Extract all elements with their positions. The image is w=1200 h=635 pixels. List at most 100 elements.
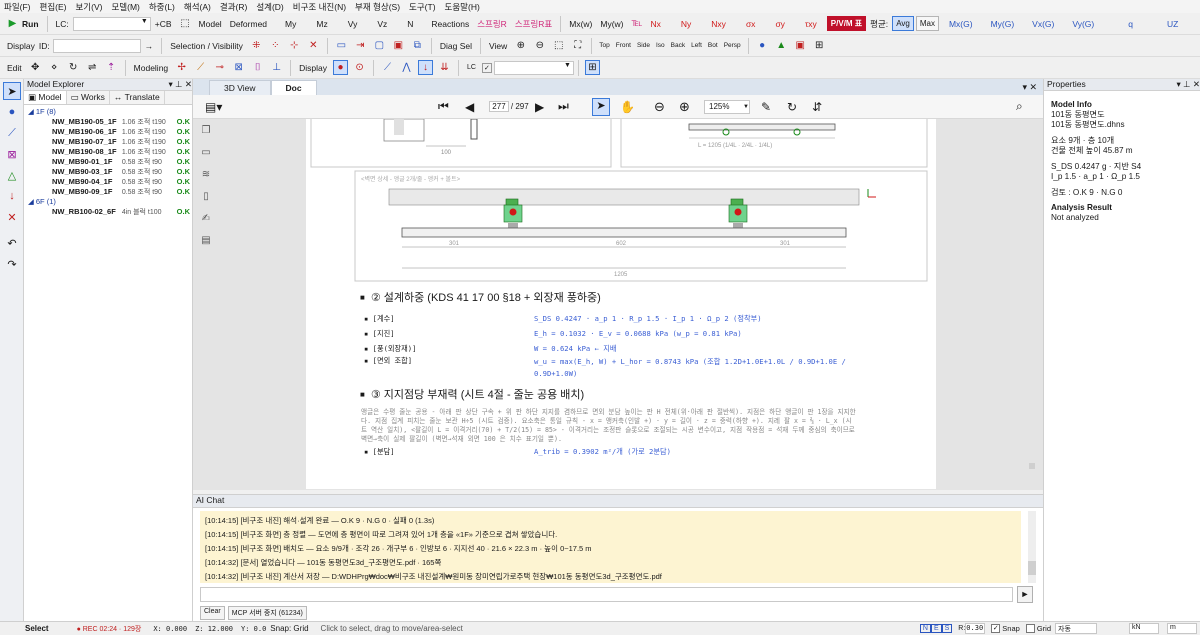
add-beam-icon[interactable]: ⊸ [212,60,227,75]
result-spring-table[interactable]: 스프링R표 [515,18,552,30]
panel-controls[interactable]: ▾ ⊥ ✕ [1176,79,1200,90]
annotate-icon[interactable]: ✎ [761,100,771,114]
menu-analysis[interactable]: 해석(A) [184,1,211,13]
zoom-in-icon[interactable]: ⊕ [513,38,528,53]
last-page-icon[interactable]: ⏭ [558,99,569,114]
grid-icon[interactable]: ⊞ [584,60,600,75]
add-cb-button[interactable]: +CB [155,19,172,29]
stress-icon[interactable]: ℡ [630,16,645,31]
add-node-icon[interactable]: ✢ [174,60,189,75]
result-myw[interactable]: My(w) [600,19,623,29]
properties-icon[interactable]: ▤ [197,235,215,257]
tree-group-6f[interactable]: ◢ 6F (1) [26,197,190,207]
lc-select[interactable]: ▼ [72,16,151,31]
node-tool-icon[interactable]: ● [3,103,21,121]
tab-works[interactable]: ▭ Works [67,91,110,104]
add-support-icon[interactable]: ⊥ [269,60,284,75]
menu-load[interactable]: 하중(L) [149,1,175,13]
stress-ny[interactable]: Ny [681,19,691,29]
signature-icon[interactable]: ✍ [197,213,215,235]
thumbnails-icon[interactable]: ▭ [197,147,215,169]
select-nodes-icon[interactable]: ⁜ [249,38,264,53]
id-input[interactable] [52,38,141,53]
result-deformed[interactable]: Deformed [230,19,267,29]
tab-close-icon[interactable]: ▾ ✕ [1022,82,1037,93]
mirror-icon[interactable]: ⇌ [85,60,100,75]
result-n[interactable]: N [407,19,413,29]
stress-sy[interactable]: σy [775,19,785,29]
chat-input[interactable] [200,587,1013,602]
view-left[interactable]: Left [691,42,702,49]
snap-checkbox[interactable]: ✓ [991,624,1001,633]
result-mxg[interactable]: Mx(G) [949,19,973,29]
hand-tool-icon[interactable]: ✋ [620,100,635,114]
result-vxg[interactable]: Vx(G) [1032,19,1054,29]
menu-nonstructural[interactable]: 비구조 내진(N) [293,1,346,13]
menu-member-shape[interactable]: 부재 형상(S) [355,1,400,13]
add-plate-icon[interactable]: ⊠ [231,60,246,75]
run-icon[interactable]: ▶ [5,16,20,31]
tree-row[interactable]: NW_MB190-08_1F 1.06 조적 t190 O.K [26,147,190,157]
force-unit-select[interactable]: kN [1129,623,1159,634]
tree-row[interactable]: NW_MB190-06_1F 1.06 조적 t190 O.K [26,127,190,137]
auto-select[interactable]: 자동 [1055,623,1097,634]
result-myg[interactable]: My(G) [991,19,1015,29]
tree-row[interactable]: NW_MB90-03_1F 0.58 조적 t90 O.K [26,167,190,177]
document-icon[interactable]: ▤▾ [205,100,222,114]
rotate-icon[interactable]: ↻ [66,60,81,75]
display-local-icon[interactable]: ⋀ [399,60,414,75]
result-uz[interactable]: UZ [1167,19,1178,29]
hide-beam-icon[interactable]: ⇥ [353,38,368,53]
zoom-out-icon[interactable]: ⊖ [532,38,547,53]
length-unit-select[interactable]: m [1167,623,1197,634]
result-model[interactable]: Model [199,19,222,29]
menu-help[interactable]: 도움말(H) [445,1,480,13]
result-spring[interactable]: 스프링R [477,18,507,30]
stress-nxy[interactable]: Nxy [711,19,726,29]
search-icon[interactable]: ⌕ [1016,99,1023,114]
line-tool-icon[interactable]: ⟋ [3,124,21,142]
avg-toggle[interactable]: Avg [892,16,914,31]
menu-tools[interactable]: 도구(T) [409,1,436,13]
result-vy[interactable]: Vy [348,19,358,29]
doc-scrollbar[interactable] [1029,173,1035,473]
result-vz[interactable]: Vz [377,19,387,29]
pointer-tool-icon[interactable]: ➤ [592,98,610,116]
select-elements-icon[interactable]: ⁘ [268,38,283,53]
result-mz[interactable]: Mz [316,19,327,29]
render-shaded-icon[interactable]: ● [755,38,770,53]
rotate-icon[interactable]: ↻ [787,100,797,114]
stress-txy[interactable]: τxy [805,19,817,29]
view-back[interactable]: Back [671,42,685,49]
add-line-icon[interactable]: ⟋ [193,60,208,75]
undo-icon[interactable]: ↶ [3,234,21,252]
move-node-icon[interactable]: ✥ [28,60,43,75]
tab-translate[interactable]: ↔ Translate [110,91,165,104]
display-ids-icon[interactable]: ⊙ [352,60,367,75]
stress-nx[interactable]: Nx [651,19,661,29]
zoom-window-icon[interactable]: ⬚ [551,38,566,53]
result-mxw[interactable]: Mx(w) [569,19,592,29]
send-button[interactable]: ► [1017,586,1033,603]
id-go-button[interactable]: → [145,41,154,51]
delete-tool-icon[interactable]: ✕ [3,208,21,226]
node-tool-icon[interactable]: ⋄ [47,60,62,75]
tree-row[interactable]: NW_MB90-04_1F 0.58 조적 t90 O.K [26,177,190,187]
render-section-icon[interactable]: ⊞ [812,38,827,53]
support-tool-icon[interactable]: △ [3,166,21,184]
zoom-in-icon[interactable]: ⊕ [679,99,690,115]
select-window-icon[interactable]: ⊹ [287,38,302,53]
max-toggle[interactable]: Max [915,16,939,31]
view-top[interactable]: Top [599,42,609,49]
display-load-icon[interactable]: ↓ [418,60,434,75]
layers-icon[interactable]: ≋ [197,169,215,191]
next-page-icon[interactable]: ▶ [535,100,544,114]
clear-button[interactable]: Clear [200,606,225,620]
menu-result[interactable]: 결과(R) [220,1,247,13]
chat-scrollbar[interactable] [1028,511,1036,583]
nes-e[interactable]: E [930,624,942,633]
lc-checkbox[interactable]: ✓ [481,62,492,73]
menu-file[interactable]: 파일(F) [4,1,31,13]
r-input[interactable]: 0.30 [965,623,986,634]
tree-row[interactable]: NW_RB100-02_6F 4in 블럭 t100 O.K [26,207,190,217]
